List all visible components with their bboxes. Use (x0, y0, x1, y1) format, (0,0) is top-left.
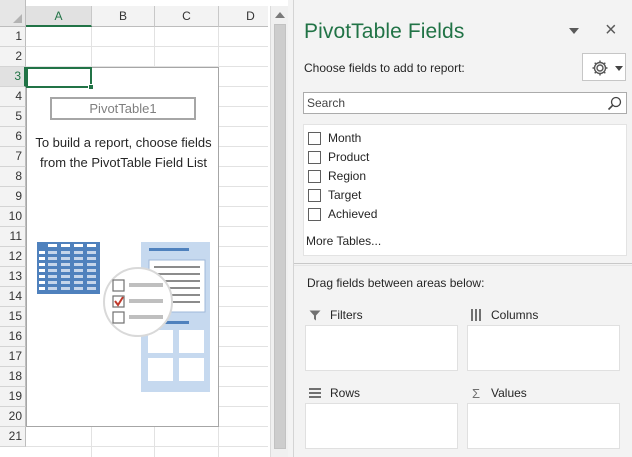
grid-row-line (26, 46, 268, 47)
field-item-product[interactable]: Product (308, 148, 369, 166)
search-icon[interactable] (607, 96, 622, 116)
row-header-8[interactable]: 8 (0, 167, 26, 187)
field-item-region[interactable]: Region (308, 167, 366, 185)
row-header-18[interactable]: 18 (0, 367, 26, 387)
row-header-12[interactable]: 12 (0, 247, 26, 267)
scroll-up-arrow-icon[interactable] (275, 12, 285, 18)
filters-drop-zone[interactable] (305, 325, 458, 371)
row-header-2[interactable]: 2 (0, 47, 26, 67)
field-checkbox[interactable] (308, 150, 321, 164)
row-header-9[interactable]: 9 (0, 187, 26, 207)
fill-handle[interactable] (88, 84, 94, 90)
row-header-21[interactable]: 21 (0, 427, 26, 447)
scroll-thumb[interactable] (274, 24, 286, 449)
rows-icon (308, 388, 322, 398)
row-header-16[interactable]: 16 (0, 327, 26, 347)
values-label: Values (491, 386, 527, 400)
pivot-table-name: PivotTable1 (50, 97, 196, 120)
spreadsheet-grid[interactable]: A B C D 1 2 3 4 5 6 7 8 9 10 11 12 13 14 15 16 17 18 19 20 2… (0, 0, 268, 457)
row-header-7[interactable]: 7 (0, 147, 26, 167)
active-cell-a3[interactable] (26, 67, 94, 90)
values-drop-zone[interactable] (467, 403, 620, 449)
drag-fields-label: Drag fields between areas below: (307, 276, 485, 290)
select-all-corner[interactable] (0, 0, 26, 27)
rows-area-header: Rows (308, 384, 360, 402)
row-header-20[interactable]: 20 (0, 407, 26, 427)
columns-area-header: Columns (469, 306, 538, 324)
row-header-3[interactable]: 3 (0, 67, 26, 87)
gear-icon (591, 59, 609, 82)
close-icon[interactable]: × (605, 20, 617, 40)
task-pane-options-icon[interactable] (569, 28, 579, 34)
field-search-box[interactable] (303, 92, 627, 114)
filters-area-header: Filters (308, 306, 363, 324)
field-label: Achieved (328, 207, 378, 221)
columns-icon (469, 309, 483, 321)
column-header-a[interactable]: A (26, 6, 92, 27)
columns-drop-zone[interactable] (467, 325, 620, 371)
field-checkbox[interactable] (308, 169, 321, 183)
field-item-achieved[interactable]: Achieved (308, 205, 377, 223)
more-tables-link[interactable]: More Tables... (306, 234, 381, 248)
row-header-14[interactable]: 14 (0, 287, 26, 307)
field-list-settings-button[interactable] (582, 53, 626, 81)
pivot-placeholder-illustration (35, 240, 211, 425)
rows-label: Rows (330, 386, 361, 400)
pivottable-fields-pane: PivotTable Fields × Choose fields to add… (294, 0, 632, 457)
columns-label: Columns (491, 308, 539, 322)
row-header-19[interactable]: 19 (0, 387, 26, 407)
choose-fields-label: Choose fields to add to report: (304, 61, 465, 75)
column-header-b[interactable]: B (92, 6, 155, 27)
row-header-13[interactable]: 13 (0, 267, 26, 287)
pivot-table-placeholder[interactable]: PivotTable1 To build a report, choose fi… (26, 67, 219, 427)
values-area-header: Σ Values (469, 384, 527, 402)
field-label: Region (328, 169, 367, 183)
field-item-target[interactable]: Target (308, 186, 361, 204)
row-header-6[interactable]: 6 (0, 127, 26, 147)
field-list: Month Product Region Target Achieved Mor… (303, 124, 627, 256)
row-header-11[interactable]: 11 (0, 227, 26, 247)
pane-splitter[interactable] (294, 263, 632, 266)
pane-title: PivotTable Fields (304, 20, 465, 43)
pivot-instructions: To build a report, choose fields from th… (35, 135, 212, 170)
rows-drop-zone[interactable] (305, 403, 458, 449)
row-header-17[interactable]: 17 (0, 347, 26, 367)
sheet-vertical-scrollbar[interactable] (270, 6, 288, 457)
row-header-10[interactable]: 10 (0, 207, 26, 227)
filters-label: Filters (330, 308, 363, 322)
filter-icon (308, 310, 322, 321)
field-checkbox[interactable] (308, 131, 321, 145)
field-label: Month (328, 131, 362, 145)
field-label: Product (328, 150, 370, 164)
field-item-month[interactable]: Month (308, 129, 361, 147)
row-header-1[interactable]: 1 (0, 27, 26, 47)
row-header-15[interactable]: 15 (0, 307, 26, 327)
field-checkbox[interactable] (308, 207, 321, 221)
field-label: Target (328, 188, 362, 202)
field-checkbox[interactable] (308, 188, 321, 202)
row-header-5[interactable]: 5 (0, 107, 26, 127)
column-header-d[interactable]: D (219, 6, 268, 27)
column-header-c[interactable]: C (155, 6, 219, 27)
row-header-4[interactable]: 4 (0, 87, 26, 107)
grid-row-line (26, 446, 268, 447)
sigma-icon: Σ (471, 385, 481, 401)
chevron-down-icon (615, 66, 623, 71)
search-input[interactable] (304, 93, 604, 113)
